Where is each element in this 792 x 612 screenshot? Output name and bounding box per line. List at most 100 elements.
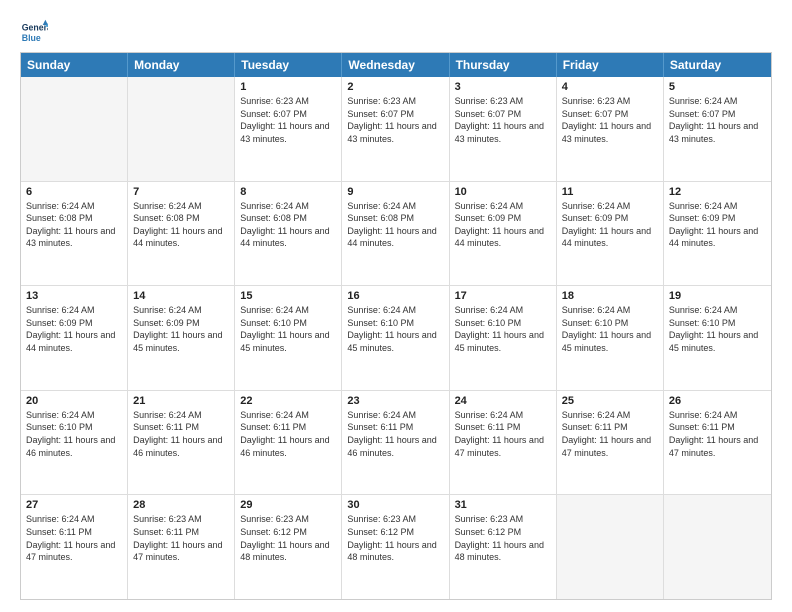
day-info: Sunrise: 6:24 AM Sunset: 6:10 PM Dayligh… bbox=[669, 304, 766, 354]
calendar-day-5: 5 Sunrise: 6:24 AM Sunset: 6:07 PM Daylig… bbox=[664, 77, 771, 181]
day-number: 22 bbox=[240, 395, 336, 407]
calendar-day-29: 29 Sunrise: 6:23 AM Sunset: 6:12 PM Dayli… bbox=[235, 495, 342, 599]
day-info: Sunrise: 6:24 AM Sunset: 6:11 PM Dayligh… bbox=[133, 409, 229, 459]
header-day-monday: Monday bbox=[128, 53, 235, 77]
calendar-day-30: 30 Sunrise: 6:23 AM Sunset: 6:12 PM Dayli… bbox=[342, 495, 449, 599]
day-number: 29 bbox=[240, 499, 336, 511]
day-info: Sunrise: 6:24 AM Sunset: 6:11 PM Dayligh… bbox=[240, 409, 336, 459]
day-info: Sunrise: 6:24 AM Sunset: 6:10 PM Dayligh… bbox=[240, 304, 336, 354]
logo-icon: General Blue bbox=[20, 18, 48, 46]
day-number: 19 bbox=[669, 290, 766, 302]
calendar-empty-cell bbox=[557, 495, 664, 599]
calendar-day-14: 14 Sunrise: 6:24 AM Sunset: 6:09 PM Dayli… bbox=[128, 286, 235, 390]
calendar-day-3: 3 Sunrise: 6:23 AM Sunset: 6:07 PM Daylig… bbox=[450, 77, 557, 181]
calendar-day-22: 22 Sunrise: 6:24 AM Sunset: 6:11 PM Dayli… bbox=[235, 391, 342, 495]
calendar-day-6: 6Sunrise: 6:24 AM Sunset: 6:08 PM Daylig… bbox=[21, 182, 128, 286]
day-number: 3 bbox=[455, 81, 551, 93]
day-number: 14 bbox=[133, 290, 229, 302]
calendar-day-17: 17 Sunrise: 6:24 AM Sunset: 6:10 PM Dayli… bbox=[450, 286, 557, 390]
calendar-day-12: 12 Sunrise: 6:24 AM Sunset: 6:09 PM Dayli… bbox=[664, 182, 771, 286]
day-number: 25 bbox=[562, 395, 658, 407]
day-info: Sunrise: 6:24 AM Sunset: 6:07 PM Dayligh… bbox=[669, 95, 766, 145]
day-info: Sunrise: 6:24 AM Sunset: 6:11 PM Dayligh… bbox=[562, 409, 658, 459]
day-info: Sunrise: 6:23 AM Sunset: 6:07 PM Dayligh… bbox=[562, 95, 658, 145]
calendar: SundayMondayTuesdayWednesdayThursdayFrid… bbox=[20, 52, 772, 600]
day-number: 7 bbox=[133, 186, 229, 198]
day-number: 12 bbox=[669, 186, 766, 198]
day-info: Sunrise: 6:24 AM Sunset: 6:08 PM Dayligh… bbox=[347, 200, 443, 250]
day-number: 5 bbox=[669, 81, 766, 93]
calendar-header: SundayMondayTuesdayWednesdayThursdayFrid… bbox=[21, 53, 771, 77]
day-number: 20 bbox=[26, 395, 122, 407]
calendar-day-20: 20 Sunrise: 6:24 AM Sunset: 6:10 PM Dayli… bbox=[21, 391, 128, 495]
calendar-day-21: 21 Sunrise: 6:24 AM Sunset: 6:11 PM Dayli… bbox=[128, 391, 235, 495]
day-number: 24 bbox=[455, 395, 551, 407]
day-number: 31 bbox=[455, 499, 551, 511]
day-info: Sunrise: 6:24 AM Sunset: 6:10 PM Dayligh… bbox=[26, 409, 122, 459]
calendar-empty-cell bbox=[664, 495, 771, 599]
calendar-day-16: 16 Sunrise: 6:24 AM Sunset: 6:10 PM Dayli… bbox=[342, 286, 449, 390]
day-info: Sunrise: 6:24 AM Sunset: 6:10 PM Dayligh… bbox=[562, 304, 658, 354]
header-day-tuesday: Tuesday bbox=[235, 53, 342, 77]
day-info: Sunrise: 6:24 AM Sunset: 6:11 PM Dayligh… bbox=[26, 513, 122, 563]
calendar-week-1: 1 Sunrise: 6:23 AM Sunset: 6:07 PM Daylig… bbox=[21, 77, 771, 181]
calendar-day-7: 7 Sunrise: 6:24 AM Sunset: 6:08 PM Daylig… bbox=[128, 182, 235, 286]
calendar-day-2: 2 Sunrise: 6:23 AM Sunset: 6:07 PM Daylig… bbox=[342, 77, 449, 181]
calendar-day-28: 28 Sunrise: 6:23 AM Sunset: 6:11 PM Dayli… bbox=[128, 495, 235, 599]
day-info: Sunrise: 6:24 AM Sunset: 6:11 PM Dayligh… bbox=[347, 409, 443, 459]
calendar-day-18: 18 Sunrise: 6:24 AM Sunset: 6:10 PM Dayli… bbox=[557, 286, 664, 390]
day-number: 4 bbox=[562, 81, 658, 93]
day-info: Sunrise: 6:23 AM Sunset: 6:11 PM Dayligh… bbox=[133, 513, 229, 563]
day-number: 16 bbox=[347, 290, 443, 302]
calendar-body: 1 Sunrise: 6:23 AM Sunset: 6:07 PM Daylig… bbox=[21, 77, 771, 599]
day-number: 2 bbox=[347, 81, 443, 93]
calendar-week-3: 13Sunrise: 6:24 AM Sunset: 6:09 PM Dayli… bbox=[21, 285, 771, 390]
day-info: Sunrise: 6:23 AM Sunset: 6:07 PM Dayligh… bbox=[455, 95, 551, 145]
calendar-day-31: 31Sunrise: 6:23 AM Sunset: 6:12 PM Dayli… bbox=[450, 495, 557, 599]
day-info: Sunrise: 6:23 AM Sunset: 6:12 PM Dayligh… bbox=[240, 513, 336, 563]
calendar-day-9: 9 Sunrise: 6:24 AM Sunset: 6:08 PM Daylig… bbox=[342, 182, 449, 286]
day-number: 18 bbox=[562, 290, 658, 302]
calendar-day-25: 25 Sunrise: 6:24 AM Sunset: 6:11 PM Dayli… bbox=[557, 391, 664, 495]
day-number: 27 bbox=[26, 499, 122, 511]
calendar-day-24: 24 Sunrise: 6:24 AM Sunset: 6:11 PM Dayli… bbox=[450, 391, 557, 495]
day-number: 26 bbox=[669, 395, 766, 407]
calendar-day-23: 23Sunrise: 6:24 AM Sunset: 6:11 PM Dayli… bbox=[342, 391, 449, 495]
calendar-week-5: 27 Sunrise: 6:24 AM Sunset: 6:11 PM Dayli… bbox=[21, 494, 771, 599]
calendar-day-15: 15 Sunrise: 6:24 AM Sunset: 6:10 PM Dayli… bbox=[235, 286, 342, 390]
calendar-day-26: 26Sunrise: 6:24 AM Sunset: 6:11 PM Dayli… bbox=[664, 391, 771, 495]
calendar-day-19: 19 Sunrise: 6:24 AM Sunset: 6:10 PM Dayli… bbox=[664, 286, 771, 390]
header-day-friday: Friday bbox=[557, 53, 664, 77]
day-number: 17 bbox=[455, 290, 551, 302]
day-number: 15 bbox=[240, 290, 336, 302]
calendar-day-8: 8Sunrise: 6:24 AM Sunset: 6:08 PM Daylig… bbox=[235, 182, 342, 286]
header-day-sunday: Sunday bbox=[21, 53, 128, 77]
calendar-day-13: 13Sunrise: 6:24 AM Sunset: 6:09 PM Dayli… bbox=[21, 286, 128, 390]
day-info: Sunrise: 6:24 AM Sunset: 6:08 PM Dayligh… bbox=[26, 200, 122, 250]
day-number: 1 bbox=[240, 81, 336, 93]
day-number: 30 bbox=[347, 499, 443, 511]
day-number: 28 bbox=[133, 499, 229, 511]
day-info: Sunrise: 6:24 AM Sunset: 6:09 PM Dayligh… bbox=[562, 200, 658, 250]
day-number: 21 bbox=[133, 395, 229, 407]
day-info: Sunrise: 6:24 AM Sunset: 6:09 PM Dayligh… bbox=[669, 200, 766, 250]
day-info: Sunrise: 6:23 AM Sunset: 6:07 PM Dayligh… bbox=[347, 95, 443, 145]
header-day-thursday: Thursday bbox=[450, 53, 557, 77]
calendar-week-4: 20 Sunrise: 6:24 AM Sunset: 6:10 PM Dayli… bbox=[21, 390, 771, 495]
logo: General Blue bbox=[20, 18, 52, 46]
calendar-empty-cell bbox=[21, 77, 128, 181]
calendar-day-11: 11 Sunrise: 6:24 AM Sunset: 6:09 PM Dayli… bbox=[557, 182, 664, 286]
day-number: 11 bbox=[562, 186, 658, 198]
day-info: Sunrise: 6:24 AM Sunset: 6:09 PM Dayligh… bbox=[133, 304, 229, 354]
calendar-day-1: 1Sunrise: 6:23 AM Sunset: 6:07 PM Daylig… bbox=[235, 77, 342, 181]
day-info: Sunrise: 6:24 AM Sunset: 6:10 PM Dayligh… bbox=[455, 304, 551, 354]
day-info: Sunrise: 6:24 AM Sunset: 6:10 PM Dayligh… bbox=[347, 304, 443, 354]
day-info: Sunrise: 6:23 AM Sunset: 6:12 PM Dayligh… bbox=[347, 513, 443, 563]
day-number: 9 bbox=[347, 186, 443, 198]
day-info: Sunrise: 6:24 AM Sunset: 6:11 PM Dayligh… bbox=[455, 409, 551, 459]
calendar-day-4: 4 Sunrise: 6:23 AM Sunset: 6:07 PM Daylig… bbox=[557, 77, 664, 181]
calendar-day-27: 27 Sunrise: 6:24 AM Sunset: 6:11 PM Dayli… bbox=[21, 495, 128, 599]
day-number: 8 bbox=[240, 186, 336, 198]
day-info: Sunrise: 6:24 AM Sunset: 6:09 PM Dayligh… bbox=[26, 304, 122, 354]
day-info: Sunrise: 6:24 AM Sunset: 6:08 PM Dayligh… bbox=[133, 200, 229, 250]
